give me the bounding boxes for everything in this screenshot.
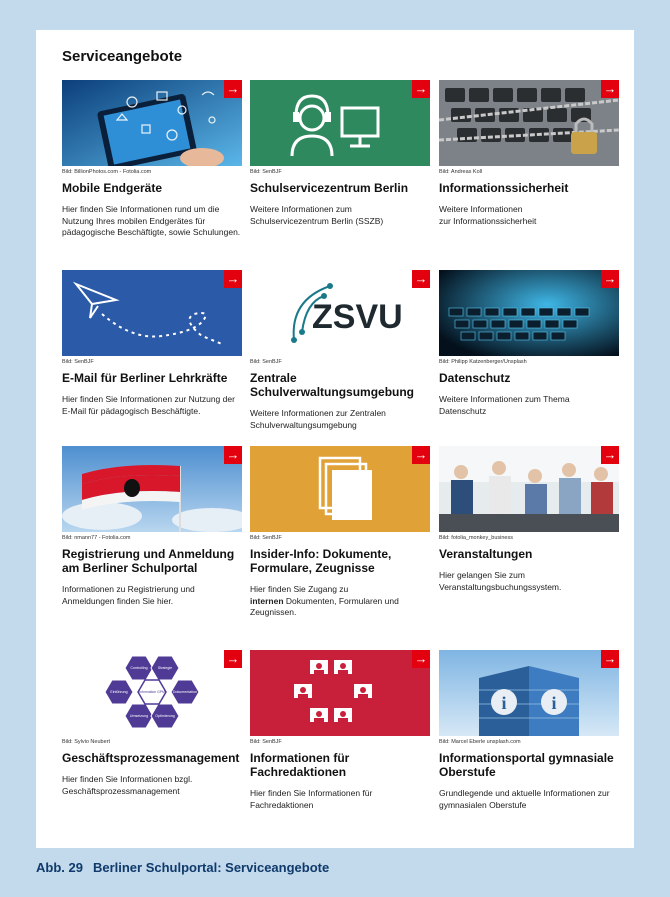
svg-text:ZSVU: ZSVU <box>312 298 403 336</box>
svg-text:Umsetzung: Umsetzung <box>130 714 148 718</box>
svg-text:Strategie: Strategie <box>158 666 172 670</box>
card-description: Hier finden Sie Zugang zu internen Dokume… <box>250 584 399 617</box>
card-datenschutz[interactable]: → Bild: Philipp Katzenberger/Unsplash Da… <box>439 270 619 417</box>
card-gymnasiale-oberstufe[interactable]: i i → Bild: Marcel Eberle unsplash.com In… <box>439 650 619 811</box>
card-description: Hier finden Sie Informationen rund um di… <box>62 204 241 237</box>
card-description: Informationen zu Registrierung und Anmel… <box>62 584 195 606</box>
image-credit: Bild: SenBJF <box>250 739 282 745</box>
card-image: Controlling Strategie Einführung Dokumen… <box>62 650 242 736</box>
card-schulservicezentrum[interactable]: → Bild: SenBJF Schulservicezentrum Berli… <box>250 80 430 227</box>
card-title[interactable]: Geschäftsprozessmanagement <box>62 751 242 765</box>
arrow-right-icon[interactable]: → <box>224 80 242 98</box>
figure-caption: Abb. 29 Berliner Schulportal: Serviceange… <box>36 860 329 875</box>
card-geschaeftsprozessmanagement[interactable]: Controlling Strategie Einführung Dokumen… <box>62 650 242 797</box>
arrow-right-icon[interactable]: → <box>601 80 619 98</box>
arrow-right-icon[interactable]: → <box>412 446 430 464</box>
image-credit: Bild: fotolia_monkey_business <box>439 535 513 541</box>
card-title[interactable]: Registrierung und Anmeldung am Berliner … <box>62 547 242 575</box>
svg-text:i: i <box>551 693 556 713</box>
hexagon-diagram: Controlling Strategie Einführung Dokumen… <box>104 655 200 729</box>
svg-text:Dokumentation: Dokumentation <box>173 690 197 694</box>
documents-icon <box>318 456 372 520</box>
card-title[interactable]: Informationssicherheit <box>439 181 619 195</box>
image-credit: Bild: Sylvio Neubert <box>62 739 110 745</box>
card-image: → <box>62 270 242 356</box>
card-title[interactable]: Zentrale Schulverwaltungsumgebung <box>250 371 430 399</box>
card-title[interactable]: Mobile Endgeräte <box>62 181 242 195</box>
arrow-right-icon[interactable]: → <box>412 650 430 668</box>
svg-text:Controlling: Controlling <box>130 666 147 670</box>
arrow-right-icon[interactable]: → <box>224 446 242 464</box>
arrow-right-icon[interactable]: → <box>601 446 619 464</box>
image-credit: Bild: SenBJF <box>250 535 282 541</box>
card-image: ZSVU → <box>250 270 430 356</box>
card-registrierung[interactable]: → Bild: nmann77 - Fotolia.com Registrier… <box>62 446 242 607</box>
card-veranstaltungen[interactable]: → Bild: fotolia_monkey_business Veransta… <box>439 446 619 593</box>
card-image: → <box>250 650 430 736</box>
card-description: Hier gelangen Sie zum Veranstaltungsbuch… <box>439 570 562 592</box>
card-description: Weitere Informationen zum Thema Datensch… <box>439 394 570 416</box>
svg-text:Einführung: Einführung <box>110 690 127 694</box>
card-title[interactable]: E-Mail für Berliner Lehrkräfte <box>62 371 242 385</box>
caption-text: Berliner Schulportal: Serviceangebote <box>92 860 330 875</box>
card-image: → <box>439 80 619 166</box>
card-description: Hier finden Sie Informationen für Fachre… <box>250 788 373 810</box>
card-image: → <box>62 80 242 166</box>
arrow-right-icon[interactable]: → <box>412 270 430 288</box>
card-insider-info[interactable]: → Bild: SenBJF Insider-Info: Dokumente, … <box>250 446 430 619</box>
card-title[interactable]: Informationsportal gymnasiale Oberstufe <box>439 751 619 779</box>
card-title[interactable]: Datenschutz <box>439 371 619 385</box>
card-mobile-endgeraete[interactable]: → Bild: BillionPhotos.com - Fotolia.com … <box>62 80 242 239</box>
card-description: Hier finden Sie Informationen zur Nutzun… <box>62 394 235 416</box>
image-credit: Bild: SenBJF <box>250 359 282 365</box>
card-title[interactable]: Veranstaltungen <box>439 547 619 561</box>
card-email-lehrkraefte[interactable]: → Bild: SenBJF E-Mail für Berliner Lehrk… <box>62 270 242 417</box>
card-fachredaktionen[interactable]: → Bild: SenBJF Informationen für Fachred… <box>250 650 430 811</box>
support-agent-icon <box>290 94 380 157</box>
arrow-right-icon[interactable]: → <box>224 650 242 668</box>
card-description: Hier finden Sie Informationen bzgl. Gesc… <box>62 774 193 796</box>
page-title: Serviceangebote <box>62 48 183 65</box>
card-image: → <box>250 446 430 532</box>
image-credit: Bild: Andreas Koll <box>439 169 483 175</box>
people-icon <box>294 660 372 722</box>
zsvu-logo: ZSVU <box>291 283 403 343</box>
card-image: → <box>439 270 619 356</box>
image-credit: Bild: Marcel Eberle unsplash.com <box>439 739 521 745</box>
svg-text:Information GPM: Information GPM <box>139 690 165 694</box>
card-zsvu[interactable]: ZSVU → Bild: SenBJF Zentrale Schulverwal… <box>250 270 430 431</box>
card-description: Weitere Informationen zum Schulserviceze… <box>250 204 384 226</box>
image-credit: Bild: BillionPhotos.com - Fotolia.com <box>62 169 152 175</box>
arrow-right-icon[interactable]: → <box>412 80 430 98</box>
card-image: → <box>62 446 242 532</box>
image-credit: Bild: SenBJF <box>250 169 282 175</box>
card-image: i i → <box>439 650 619 736</box>
arrow-right-icon[interactable]: → <box>601 270 619 288</box>
card-description: Grundlegende und aktuelle Informationen … <box>439 788 610 810</box>
content-panel: Serviceangebote → Bild: BillionPhotos.co… <box>36 30 634 848</box>
image-credit: Bild: nmann77 - Fotolia.com <box>62 535 131 541</box>
arrow-right-icon[interactable]: → <box>601 650 619 668</box>
card-title[interactable]: Insider-Info: Dokumente, Formulare, Zeug… <box>250 547 430 575</box>
caption-number: Abb. 29 <box>36 860 83 875</box>
image-credit: Bild: SenBJF <box>62 359 94 365</box>
card-informationssicherheit[interactable]: → Bild: Andreas Koll Informationssicherh… <box>439 80 619 227</box>
svg-text:Optimierung: Optimierung <box>155 714 175 718</box>
card-image: → <box>439 446 619 532</box>
paper-plane-icon <box>72 281 223 345</box>
card-description: Weitere Informationen zur Zentralen Schu… <box>250 408 386 430</box>
arrow-right-icon[interactable]: → <box>224 270 242 288</box>
card-image: → <box>250 80 430 166</box>
card-title[interactable]: Informationen für Fachredaktionen <box>250 751 430 779</box>
svg-text:i: i <box>501 693 506 713</box>
card-title[interactable]: Schulservicezentrum Berlin <box>250 181 430 195</box>
card-description: Weitere Informationen zur Informationssic… <box>439 204 537 226</box>
image-credit: Bild: Philipp Katzenberger/Unsplash <box>439 359 527 365</box>
